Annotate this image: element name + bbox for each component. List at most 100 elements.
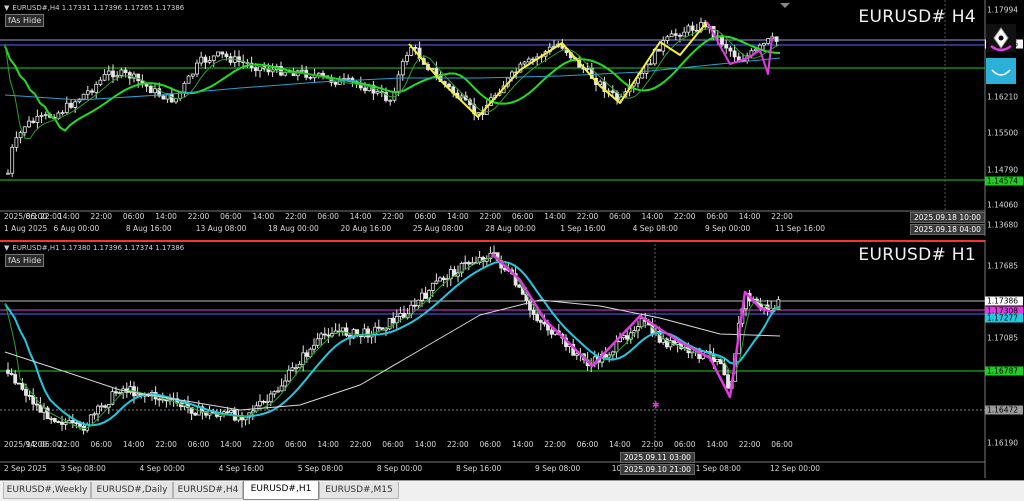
- collapse-triangle-icon[interactable]: ▼: [4, 244, 9, 252]
- h1-candle: [20, 382, 25, 390]
- ohlc-readout: EURUSD#,H4 1.17331 1.17396 1.17265 1.173…: [12, 4, 185, 12]
- tab-eurusd-daily[interactable]: EURUSD#,Daily: [91, 482, 173, 499]
- h4-candle: [14, 137, 19, 148]
- h4-candle: [657, 48, 661, 52]
- time-label: 06:00: [90, 440, 113, 449]
- time-label: 06:00: [414, 212, 437, 221]
- tab-eurusd-h4[interactable]: EURUSD#,H4: [173, 482, 243, 499]
- h4-candle: [333, 81, 338, 85]
- time-label: 9 Sep 08:00: [535, 464, 581, 473]
- h4-candle: [388, 99, 393, 102]
- h1-candle: [661, 338, 666, 343]
- time-label: 28 Aug 00:00: [485, 224, 536, 233]
- h1-candle: [13, 374, 18, 384]
- h1-candle: [297, 363, 302, 369]
- h4-candle: [98, 79, 103, 85]
- h1-candle: [286, 369, 291, 382]
- h4-candle: [682, 31, 687, 37]
- time-label: 06:00: [511, 212, 534, 221]
- h4-candle: [90, 90, 94, 93]
- price-label: 1.16210: [987, 92, 1019, 102]
- time-label: 06:00: [576, 440, 599, 449]
- h4-candle: [211, 55, 216, 61]
- time-label: 4 Sep 00:00: [139, 464, 185, 473]
- h1-candle: [549, 329, 554, 335]
- h4-candle: [308, 76, 313, 79]
- h4-candle: [190, 73, 195, 77]
- h4-candle: [35, 115, 40, 123]
- time-label: 22:00: [349, 440, 372, 449]
- time-label: 2 Sep 2025: [4, 464, 47, 473]
- h1-candle: [715, 358, 720, 362]
- chart-tabs: EURUSD#,Weekly EURUSD#,Daily EURUSD#,H4 EUR…: [0, 480, 1024, 501]
- crosshair-time-label: 2025.09.18 10:00: [910, 212, 985, 223]
- cup-icon[interactable]: [986, 58, 1016, 84]
- h4-candle: [669, 33, 674, 38]
- tab-eurusd-weekly[interactable]: EURUSD#,Weekly: [3, 482, 91, 499]
- h4-candle: [728, 47, 733, 52]
- time-label: 22:00: [155, 440, 177, 449]
- chart-title-h1: EURUSD# H1: [858, 245, 976, 265]
- h4-candle: [186, 75, 191, 84]
- h1-candle: [103, 405, 108, 408]
- time-label: 22:00: [673, 212, 696, 221]
- h4-candle: [686, 25, 691, 33]
- time-label: 14:00: [58, 212, 80, 221]
- h4-candle: [300, 69, 304, 72]
- h1-candle: [574, 353, 579, 356]
- h4-candle: [153, 88, 157, 94]
- chart-panel-h1[interactable]: ✱ ▼ EURUSD#,H1 1.17380 1.17396 1.17374 1.…: [0, 240, 1024, 478]
- h1-candle: [276, 390, 280, 393]
- chart-plot-h4[interactable]: [0, 0, 1024, 236]
- time-label: 22:00: [382, 212, 404, 221]
- h4-candle: [732, 50, 737, 58]
- h1-candle: [322, 333, 327, 336]
- as-hide-button[interactable]: fAs Hide: [5, 254, 45, 267]
- h4-candle: [224, 53, 229, 58]
- cyan-level-tag: 1.17277: [985, 313, 1023, 323]
- time-label: 22:00: [90, 212, 113, 221]
- as-hide-button[interactable]: fAs Hide: [5, 14, 45, 27]
- h1-candle: [430, 282, 435, 291]
- h4-candle: [195, 62, 199, 75]
- h4-candle: [400, 61, 405, 76]
- time-label: 22:00: [58, 440, 80, 449]
- h1-candle: [675, 342, 680, 345]
- h1-candle: [535, 314, 540, 321]
- h4-candle: [648, 63, 653, 66]
- h1-candle: [88, 414, 93, 426]
- tab-eurusd-h1[interactable]: EURUSD#,H1: [243, 481, 319, 500]
- h1-candle: [434, 280, 439, 284]
- h4-candle: [526, 58, 531, 63]
- h1-candle: [92, 413, 97, 416]
- pen-nib-icon[interactable]: [986, 24, 1016, 52]
- h4-candle: [182, 82, 187, 93]
- time-label: 4 Sep 08:00: [632, 224, 678, 233]
- h1-candle: [639, 318, 644, 327]
- green-level-tag: 1.14574: [985, 176, 1023, 186]
- h4-candle: [106, 70, 111, 75]
- h4-candle: [18, 132, 23, 139]
- h4-candle: [283, 72, 288, 76]
- chart-panel-h4[interactable]: ▼ EURUSD#,H4 1.17331 1.17396 1.17265 1.17…: [0, 0, 1024, 236]
- h4-candle: [346, 77, 351, 80]
- h1-candle: [9, 373, 14, 375]
- chart-info-h4: ▼ EURUSD#,H4 1.17331 1.17396 1.17265 1.17…: [4, 4, 184, 12]
- h4-candle: [27, 120, 31, 128]
- h1-candle: [538, 320, 543, 323]
- time-label: 14:00: [25, 440, 48, 449]
- h1-candle: [74, 422, 79, 425]
- tab-eurusd-m15[interactable]: EURUSD#,M15: [319, 482, 399, 499]
- h4-candle: [673, 33, 678, 36]
- h4-candle: [161, 95, 166, 100]
- time-label: 14:00: [317, 440, 339, 449]
- time-label: 9 Sep 00:00: [704, 224, 751, 233]
- h1-candle: [38, 404, 43, 413]
- time-label: 14:00: [706, 440, 728, 449]
- collapse-triangle-icon[interactable]: ▼: [4, 4, 9, 12]
- h1-candle: [60, 421, 64, 425]
- h1-candle: [391, 317, 396, 324]
- h4-candle: [85, 90, 90, 95]
- time-label: 22:00: [479, 212, 502, 221]
- h1-candle: [301, 352, 306, 365]
